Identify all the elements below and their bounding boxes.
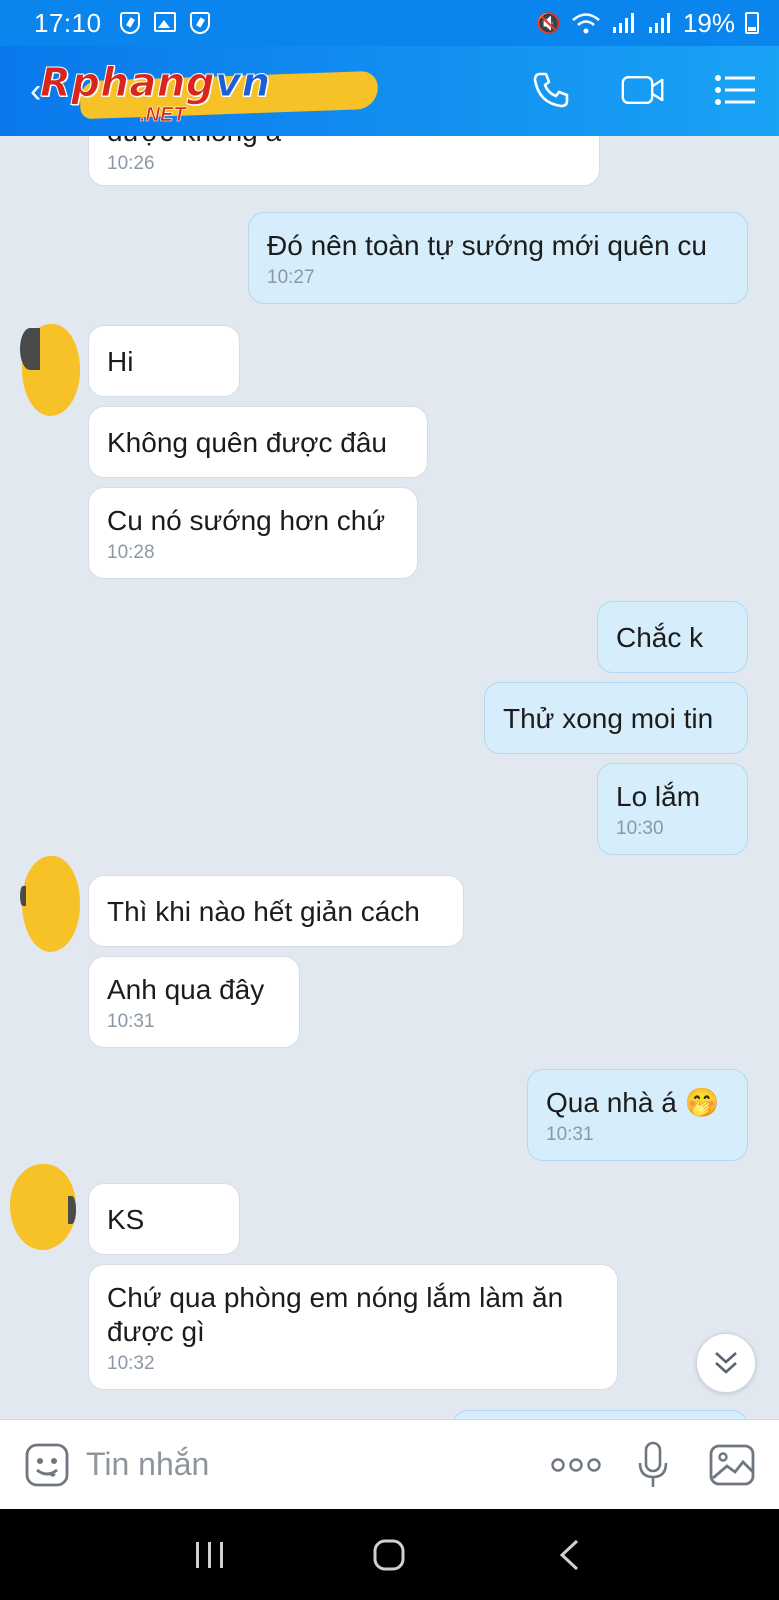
message-time: 10:27 xyxy=(267,267,315,288)
message-time: 10:32 xyxy=(107,1353,155,1374)
message-text: Cu nó sướng hơn chứ xyxy=(107,505,386,536)
message-text: Lo lắm xyxy=(616,781,701,812)
back-nav-button[interactable] xyxy=(539,1525,599,1585)
message-bubble-incoming[interactable]: Chứ qua phòng em nóng lắm làm ăn được gì… xyxy=(88,1264,618,1390)
shield-icon xyxy=(189,12,210,34)
message-bubble-incoming[interactable]: Cu nó sướng hơn chứ 10:28 xyxy=(88,487,418,579)
message-bubble-outgoing[interactable] xyxy=(452,1410,748,1419)
phone-icon[interactable] xyxy=(529,68,573,112)
message-time: 10:26 xyxy=(107,153,155,174)
battery-icon xyxy=(745,12,759,34)
watermark-logo: Rphangvn .NET xyxy=(39,56,379,128)
message-text: Đó nên toàn tự sướng mới quên cu xyxy=(267,230,708,261)
message-bubble-outgoing[interactable]: Lo lắm 10:30 xyxy=(597,763,748,855)
home-button[interactable] xyxy=(359,1525,419,1585)
contact-avatar[interactable] xyxy=(20,324,80,416)
message-bubble-incoming[interactable]: KS xyxy=(88,1183,240,1255)
logo-sub: .NET xyxy=(140,104,186,127)
logo-text: Rphangvn xyxy=(39,60,271,107)
message-list[interactable]: được không á 10:26 Đó nên toàn tự sướng … xyxy=(0,136,779,1419)
signal-icon xyxy=(648,13,670,33)
message-text: Chắc k xyxy=(616,622,704,653)
back-icon xyxy=(559,1539,579,1570)
message-text: Hi xyxy=(107,346,134,377)
sticker-icon[interactable] xyxy=(24,1442,70,1488)
message-time: 10:31 xyxy=(107,1011,155,1032)
message-text: Anh qua đây xyxy=(107,974,265,1005)
chat-header: ‹ Rphangvn .NET xyxy=(0,46,779,136)
video-camera-icon[interactable] xyxy=(621,68,665,112)
message-bubble-incoming[interactable]: Thì khi nào hết giản cách xyxy=(88,875,464,947)
message-text: Qua nhà á 🤭 xyxy=(546,1087,720,1118)
status-system-icons: 🔇 19% xyxy=(536,8,759,39)
recent-apps-icon xyxy=(195,1541,223,1568)
message-bubble-outgoing[interactable]: Chắc k xyxy=(597,601,748,673)
status-bar: 17:10 🔇 19% xyxy=(0,0,779,46)
wifi-icon xyxy=(572,13,600,34)
message-text: Thì khi nào hết giản cách xyxy=(107,896,420,927)
message-bubble-incoming[interactable]: Anh qua đây 10:31 xyxy=(88,956,300,1048)
message-bubble-outgoing[interactable]: Thử xong moi tin xyxy=(484,682,748,754)
contact-avatar[interactable] xyxy=(20,856,80,952)
gallery-icon xyxy=(153,12,176,32)
message-bubble-incoming[interactable]: Hi xyxy=(88,325,240,397)
microphone-icon[interactable] xyxy=(637,1441,669,1489)
message-text: Thử xong moi tin xyxy=(503,703,714,734)
more-icon[interactable] xyxy=(551,1457,601,1473)
message-bubble-outgoing[interactable]: Đó nên toàn tự sướng mới quên cu 10:27 xyxy=(248,212,748,304)
message-text: được không á xyxy=(107,136,581,149)
mute-icon: 🔇 xyxy=(536,12,561,35)
message-input-bar xyxy=(0,1419,779,1509)
shield-icon xyxy=(119,12,140,34)
recent-apps-button[interactable] xyxy=(180,1525,240,1585)
message-text: Chứ qua phòng em nóng lắm làm ăn được gì xyxy=(107,1282,564,1347)
system-navigation-bar xyxy=(0,1509,779,1600)
message-bubble-incoming[interactable]: Không quên được đâu xyxy=(88,406,428,478)
double-chevron-down-icon xyxy=(715,1352,737,1374)
message-input[interactable] xyxy=(86,1446,551,1483)
message-time: 10:31 xyxy=(546,1124,594,1145)
battery-percent: 19% xyxy=(682,7,735,38)
message-bubble-outgoing[interactable]: Qua nhà á 🤭 10:31 xyxy=(527,1069,748,1161)
status-notification-icons xyxy=(119,12,210,34)
signal-icon xyxy=(612,13,634,33)
message-time: 10:28 xyxy=(107,542,155,563)
message-bubble-incoming[interactable]: được không á 10:26 xyxy=(88,136,600,186)
menu-list-icon[interactable] xyxy=(713,68,757,112)
contact-avatar[interactable] xyxy=(10,1164,76,1250)
image-icon[interactable] xyxy=(709,1444,755,1486)
message-text: Không quên được đâu xyxy=(107,427,387,458)
status-time: 17:10 xyxy=(34,7,102,38)
message-time: 10:30 xyxy=(616,818,664,839)
scroll-to-bottom-button[interactable] xyxy=(696,1333,756,1393)
message-text: KS xyxy=(107,1204,145,1235)
home-icon xyxy=(373,1539,405,1570)
